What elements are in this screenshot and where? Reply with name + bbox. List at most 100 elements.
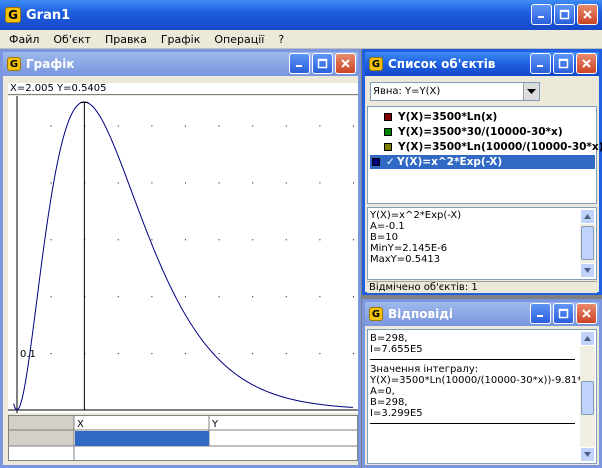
function-type-select[interactable]: Явна: Y=Y(X) bbox=[370, 82, 540, 101]
answers-title-bar[interactable]: G Відповіді bbox=[365, 302, 599, 326]
grid-dot bbox=[117, 182, 119, 184]
table-header-y: Y bbox=[211, 419, 219, 430]
dropdown-arrow-icon[interactable] bbox=[523, 83, 539, 100]
menu-edit[interactable]: Правка bbox=[98, 33, 154, 46]
grid-dot bbox=[285, 125, 287, 127]
graph-window-title: Графік bbox=[26, 57, 75, 71]
answers-close-button[interactable] bbox=[576, 303, 597, 324]
object-item-label: Y(X)=3500*30/(10000-30*x) bbox=[398, 126, 563, 138]
close-icon bbox=[341, 59, 350, 68]
app-title-bar[interactable]: G Gran1 bbox=[0, 0, 602, 30]
list-minimize-button[interactable] bbox=[530, 53, 551, 74]
answer-line: I=3.299E5 bbox=[370, 408, 423, 419]
menu-help[interactable]: ? bbox=[271, 33, 291, 46]
object-properties: Y(X)=x^2*Exp(-X) A=-0.1 B=10 MinY=2.145E… bbox=[367, 207, 597, 280]
answers-minimize-button[interactable] bbox=[530, 303, 551, 324]
object-list-title-bar[interactable]: G Список об'єктів bbox=[365, 52, 599, 76]
grid-dot bbox=[185, 353, 186, 355]
answers-scrollbar[interactable] bbox=[580, 331, 595, 462]
grid-dot bbox=[319, 182, 321, 184]
menu-graph[interactable]: Графік bbox=[154, 33, 208, 46]
answers-maximize-button[interactable] bbox=[553, 303, 574, 324]
answer-line: I=7.655E5 bbox=[370, 344, 423, 355]
list-close-button[interactable] bbox=[576, 53, 597, 74]
grid-dot bbox=[50, 182, 52, 184]
data-table-grid: X Y bbox=[9, 416, 357, 460]
answer-line: B=298, bbox=[370, 397, 408, 408]
plot-svg[interactable]: 0.1 bbox=[8, 96, 358, 413]
scroll-thumb[interactable] bbox=[581, 226, 594, 260]
grid-dot bbox=[353, 296, 354, 298]
object-item-2[interactable]: ✓ Y(X)=3500*Ln(10000/(10000-30*x) bbox=[371, 140, 602, 154]
data-table[interactable]: X Y bbox=[8, 415, 358, 461]
maximize-icon bbox=[558, 58, 569, 69]
app-maximize-button[interactable] bbox=[554, 4, 575, 25]
menu-operations[interactable]: Операції bbox=[207, 33, 271, 46]
close-icon bbox=[582, 59, 591, 68]
menu-object[interactable]: Об'єкт bbox=[46, 33, 98, 46]
color-swatch bbox=[384, 113, 392, 121]
status-bar: Відмічено об'єктів: 1 bbox=[367, 281, 597, 293]
grid-dot bbox=[117, 125, 119, 127]
grid-dot bbox=[285, 296, 287, 298]
app-close-button[interactable] bbox=[577, 4, 598, 25]
grid-dot bbox=[319, 353, 321, 355]
color-swatch bbox=[384, 143, 392, 151]
minimize-icon bbox=[537, 65, 543, 67]
check-icon: ✓ bbox=[386, 156, 395, 168]
grid-dot bbox=[353, 182, 354, 184]
grid-dot bbox=[319, 239, 321, 241]
function-type-value: Явна: Y=Y(X) bbox=[373, 86, 441, 97]
close-icon bbox=[582, 309, 591, 318]
prop-b: B=10 bbox=[370, 232, 398, 243]
grid-dot bbox=[218, 239, 220, 241]
graph-maximize-button[interactable] bbox=[312, 53, 333, 74]
menu-bar: Файл Об'єкт Правка Графік Операції ? bbox=[0, 30, 602, 49]
grid-dot bbox=[117, 239, 119, 241]
maximize-icon bbox=[317, 58, 328, 69]
close-icon bbox=[583, 10, 592, 19]
grid-dot bbox=[185, 296, 186, 298]
object-list[interactable]: ✓ Y(X)=3500*Ln(x) ✓ Y(X)=3500*30/(10000-… bbox=[367, 106, 602, 204]
grid-dot bbox=[218, 296, 220, 298]
minimize-icon bbox=[538, 16, 544, 18]
object-item-3[interactable]: ✓ Y(X)=x^2*Exp(-X) bbox=[370, 155, 595, 169]
prop-a: A=-0.1 bbox=[370, 221, 405, 232]
graph-close-button[interactable] bbox=[335, 53, 356, 74]
grid-dot bbox=[353, 125, 354, 127]
grid-dot bbox=[252, 296, 254, 298]
grid-dot bbox=[319, 125, 321, 127]
color-swatch bbox=[372, 158, 380, 166]
object-item-0[interactable]: ✓ Y(X)=3500*Ln(x) bbox=[371, 110, 497, 124]
list-maximize-button[interactable] bbox=[553, 53, 574, 74]
scroll-thumb[interactable] bbox=[581, 381, 594, 415]
menu-file[interactable]: Файл bbox=[2, 33, 46, 46]
object-item-1[interactable]: ✓ Y(X)=3500*30/(10000-30*x) bbox=[371, 125, 563, 139]
app-window: G Gran1 Файл Об'єкт Правка Графік Операц… bbox=[0, 0, 602, 468]
minimize-icon bbox=[296, 65, 302, 67]
grid-dot bbox=[50, 353, 52, 355]
grid-dot bbox=[117, 353, 119, 355]
answers-text: B=298, I=7.655E5 Значення інтегралу: Y(X… bbox=[367, 329, 597, 464]
table-header-x: X bbox=[77, 419, 84, 430]
grid-dot bbox=[218, 182, 220, 184]
graph-window-title-bar[interactable]: G Графік bbox=[3, 52, 358, 76]
scroll-up-icon[interactable] bbox=[580, 209, 595, 224]
maximize-icon bbox=[559, 9, 570, 20]
properties-scrollbar[interactable] bbox=[580, 209, 595, 278]
app-logo-icon: G bbox=[5, 7, 21, 23]
answers-title: Відповіді bbox=[388, 307, 453, 321]
app-minimize-button[interactable] bbox=[531, 4, 552, 25]
scroll-up-icon[interactable] bbox=[580, 331, 595, 346]
grid-dot bbox=[185, 239, 186, 241]
plot-area[interactable]: 0.1 bbox=[8, 96, 358, 413]
answer-separator bbox=[370, 359, 575, 360]
color-swatch bbox=[384, 128, 392, 136]
scroll-down-icon[interactable] bbox=[580, 447, 595, 462]
answers-window: G Відповіді B=298, I=7.655E5 Значення ін… bbox=[362, 299, 602, 468]
grid-dot bbox=[151, 239, 153, 241]
scroll-down-icon[interactable] bbox=[580, 263, 595, 278]
grid-dot bbox=[151, 125, 153, 127]
object-list-title: Список об'єктів bbox=[388, 57, 496, 71]
graph-minimize-button[interactable] bbox=[289, 53, 310, 74]
